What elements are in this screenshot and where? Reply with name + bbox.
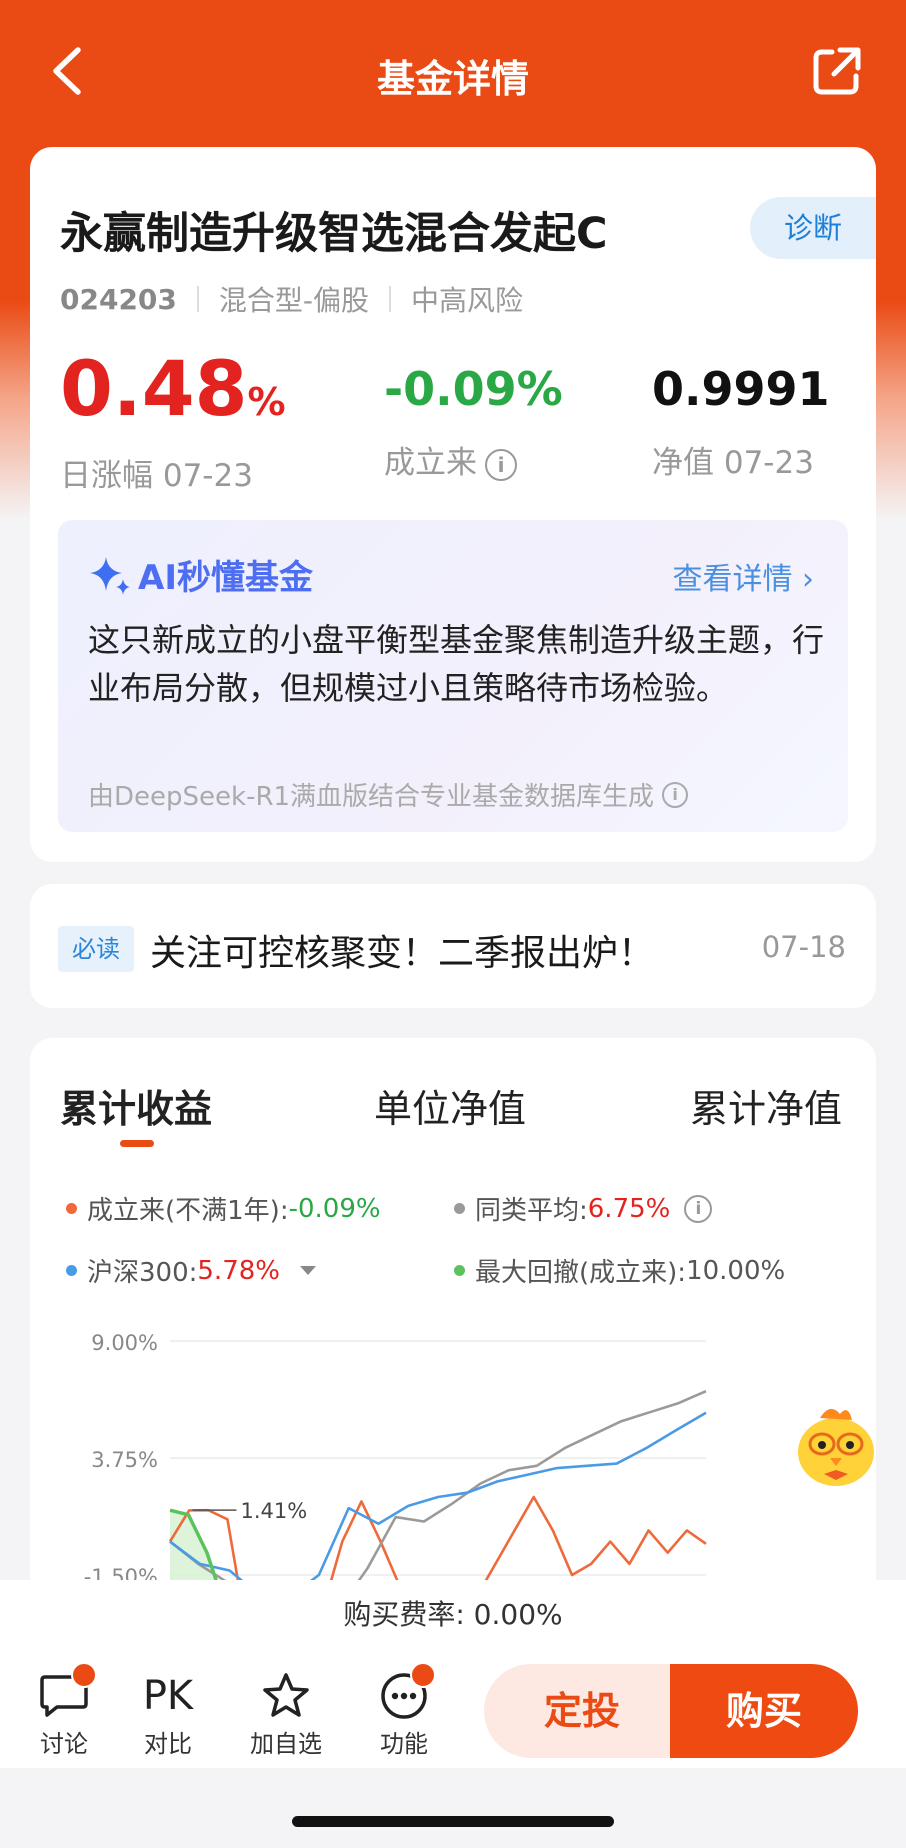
legend-drawdown: 最大回撤(成立来): 10.00%: [454, 1252, 785, 1289]
discuss-button[interactable]: 讨论: [24, 1662, 104, 1759]
legend-index-label: 沪深300:: [87, 1258, 198, 1288]
legend-peer-value: 6.75%: [587, 1193, 671, 1224]
divider: [196, 286, 199, 312]
y-tick-label: 3.75%: [91, 1448, 158, 1472]
must-read-tag: 必读: [58, 926, 134, 972]
ai-summary-text: 这只新成立的小盘平衡型基金聚焦制造升级主题，行业布局分散，但规模过小且策略待市场…: [88, 621, 825, 707]
chart-tabs: 累计收益 单位净值 累计净值: [30, 1078, 876, 1138]
news-date: 07-18: [761, 930, 846, 964]
since-inception-label: 成立来: [384, 445, 477, 481]
bottom-toolbar: 讨论 PK 对比 加自选 功能 定投 购买: [0, 1650, 906, 1768]
ai-card: AI秒懂基金 查看详情 › 这只新成立的小盘平衡型基金聚焦制造升级主题，行业布局…: [30, 500, 876, 862]
mascot-chick-icon[interactable]: [790, 1400, 882, 1492]
legend-fund: 成立来(不满1年): -0.09%: [66, 1190, 381, 1227]
notification-badge: [410, 1662, 436, 1688]
ai-footer: 由DeepSeek-R1满血版结合专业基金数据库生成 i: [88, 776, 689, 813]
legend-dot: [454, 1265, 465, 1276]
functions-button[interactable]: 功能: [364, 1662, 444, 1759]
diagnose-button[interactable]: 诊断: [750, 197, 876, 259]
annotation-label: 1.41%: [240, 1499, 307, 1523]
legend-drawdown-value: 10.00%: [686, 1255, 786, 1286]
compare-label: 对比: [144, 1730, 192, 1758]
legend-index[interactable]: 沪深300: 5.78%: [66, 1252, 316, 1289]
chevron-right-icon: ›: [802, 562, 814, 597]
daily-change-label: 日涨幅 07-23: [60, 458, 253, 494]
fund-name: 永赢制造升级智选混合发起C: [60, 209, 608, 259]
ai-more-label: 查看详情: [672, 562, 793, 597]
fund-risk: 中高风险: [411, 284, 524, 317]
nav-label: 净值 07-23: [652, 445, 814, 481]
fund-code: 024203: [60, 282, 177, 316]
info-icon[interactable]: i: [662, 781, 689, 808]
functions-label: 功能: [380, 1730, 428, 1758]
fund-meta: 024203 混合型-偏股 中高风险: [60, 279, 523, 319]
buy-button[interactable]: 购买: [670, 1664, 858, 1758]
legend-peer-label: 同类平均:: [475, 1196, 588, 1226]
performance-chart[interactable]: 9.00%3.75%-1.50%1.41%: [30, 1306, 876, 1596]
performance-card: 累计收益 单位净值 累计净值 成立来(不满1年): -0.09% 同类平均: 6…: [30, 1038, 876, 1598]
percent-unit: %: [247, 380, 286, 424]
since-inception-value: -0.09%: [384, 362, 563, 416]
nav-value: 0.9991: [652, 362, 830, 416]
info-icon[interactable]: i: [485, 448, 517, 481]
legend-fund-label: 成立来(不满1年):: [87, 1196, 289, 1226]
fund-header-card: 永赢制造升级智选混合发起C 诊断 024203 混合型-偏股 中高风险 0.48…: [30, 147, 876, 515]
watchlist-label: 加自选: [250, 1730, 322, 1758]
compare-button[interactable]: PK 对比: [128, 1668, 208, 1759]
page-title: 基金详情: [376, 57, 529, 101]
caret-down-icon[interactable]: [300, 1266, 316, 1275]
legend-fund-value: -0.09%: [288, 1193, 381, 1224]
share-icon[interactable]: [810, 44, 864, 98]
purchase-fee: 购买费率: 0.00%: [0, 1580, 906, 1651]
watchlist-button[interactable]: 加自选: [246, 1668, 326, 1759]
tab-unit-nav[interactable]: 单位净值: [374, 1078, 526, 1133]
legend-drawdown-label: 最大回撤(成立来):: [475, 1258, 687, 1288]
tab-cumulative-nav[interactable]: 累计净值: [690, 1078, 842, 1133]
ai-footer-text: 由DeepSeek-R1满血版结合专业基金数据库生成: [88, 782, 655, 812]
sparkle-icon: [90, 556, 130, 595]
auto-invest-button[interactable]: 定投: [484, 1664, 680, 1758]
legend-dot: [66, 1265, 77, 1276]
fund-type: 混合型-偏股: [218, 284, 370, 317]
discuss-label: 讨论: [40, 1730, 88, 1758]
nav-bar: 基金详情: [0, 0, 906, 140]
notification-badge: [71, 1662, 97, 1688]
ai-title: AI秒懂基金: [88, 550, 313, 599]
star-icon: [263, 1673, 309, 1717]
news-headline: 关注可控核聚变！二季报出炉！: [150, 933, 655, 974]
ai-title-text: AI秒懂基金: [138, 558, 313, 598]
news-card[interactable]: 必读 关注可控核聚变！二季报出炉！ 07-18: [30, 884, 876, 1008]
daily-change-stat: 0.48% 日涨幅 07-23: [60, 347, 286, 495]
divider: [389, 286, 392, 312]
info-icon[interactable]: i: [684, 1194, 713, 1223]
legend-peer: 同类平均: 6.75% i: [454, 1190, 713, 1227]
ai-more-link[interactable]: 查看详情 ›: [672, 554, 814, 598]
legend-dot: [66, 1203, 77, 1214]
home-indicator: [292, 1816, 614, 1827]
ai-summary-box[interactable]: AI秒懂基金 查看详情 › 这只新成立的小盘平衡型基金聚焦制造升级主题，行业布局…: [58, 520, 848, 832]
active-tab-indicator: [120, 1140, 154, 1147]
legend-dot: [454, 1203, 465, 1214]
tab-cumulative-return[interactable]: 累计收益: [60, 1078, 212, 1133]
pk-icon: PK: [142, 1673, 194, 1719]
y-tick-label: 9.00%: [91, 1331, 158, 1355]
nav-stat: 0.9991 净值 07-23: [652, 347, 830, 482]
since-inception-stat: -0.09% 成立来 i: [384, 347, 563, 482]
series-line-peer: [169, 1389, 707, 1596]
legend-index-value: 5.78%: [197, 1255, 280, 1286]
daily-change-value: 0.48: [60, 344, 248, 433]
